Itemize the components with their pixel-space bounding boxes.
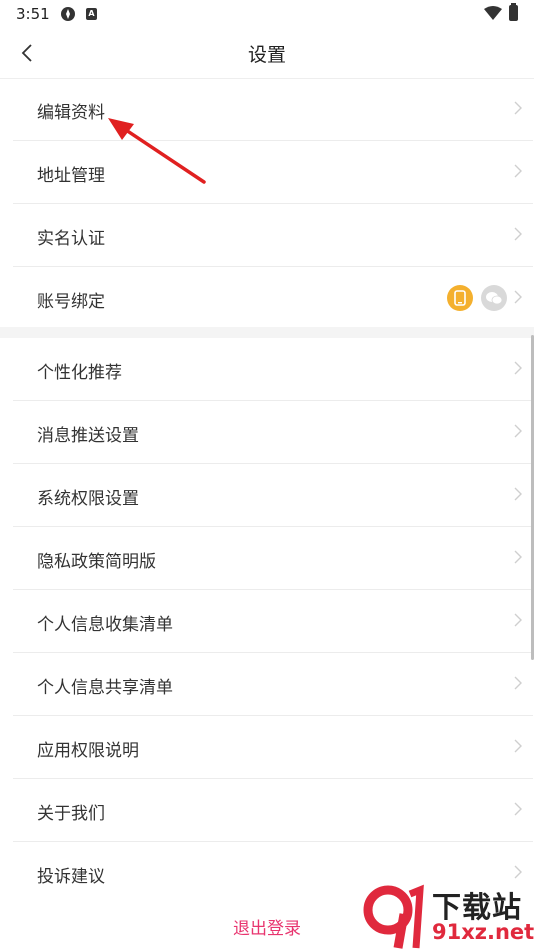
settings-row-info-collection-list[interactable]: 个人信息收集清单 [13, 590, 533, 653]
chevron-right-icon [514, 361, 522, 375]
row-label: 投诉建议 [37, 867, 105, 887]
settings-row-real-name[interactable]: 实名认证 [13, 204, 533, 267]
row-label: 系统权限设置 [37, 489, 139, 509]
settings-row-privacy-summary[interactable]: 隐私政策简明版 [13, 527, 533, 590]
annotation-arrow-icon [108, 118, 206, 184]
settings-row-edit-profile[interactable]: 编辑资料 [13, 78, 533, 141]
chevron-right-icon [514, 227, 522, 241]
bound-accounts [447, 285, 507, 311]
row-label: 编辑资料 [37, 103, 105, 123]
row-label: 地址管理 [37, 166, 105, 186]
chevron-right-icon [514, 802, 522, 816]
settings-row-system-permissions[interactable]: 系统权限设置 [13, 464, 533, 527]
settings-row-personalized-recommendation[interactable]: 个性化推荐 [13, 338, 533, 401]
settings-row-push-settings[interactable]: 消息推送设置 [13, 401, 533, 464]
row-label: 隐私政策简明版 [37, 552, 156, 572]
section-divider [0, 327, 534, 338]
watermark: 下载站 91xz.net [360, 884, 534, 950]
row-label: 消息推送设置 [37, 426, 139, 446]
app-notification-icon [61, 7, 75, 21]
row-label: 实名认证 [37, 229, 105, 249]
a-notification-icon: A [86, 8, 97, 20]
chevron-right-icon [514, 424, 522, 438]
chevron-right-icon [514, 865, 522, 879]
chevron-right-icon [514, 739, 522, 753]
settings-row-about-us[interactable]: 关于我们 [13, 779, 533, 842]
row-label: 应用权限说明 [37, 741, 139, 761]
settings-group-account: 编辑资料 地址管理 实名认证 账号绑定 [0, 78, 534, 329]
status-time: 3:51 [16, 5, 50, 23]
phone-icon [447, 285, 473, 311]
row-label: 账号绑定 [37, 292, 105, 312]
status-bar: 3:51 A [0, 0, 534, 28]
row-label: 关于我们 [37, 804, 105, 824]
chevron-right-icon [514, 164, 522, 178]
wechat-icon [481, 285, 507, 311]
top-nav-bar: 设置 [0, 28, 534, 79]
page-title: 设置 [247, 44, 286, 66]
watermark-logo-icon [363, 884, 424, 949]
row-label: 个性化推荐 [37, 363, 122, 383]
chevron-right-icon [514, 487, 522, 501]
settings-row-info-sharing-list[interactable]: 个人信息共享清单 [13, 653, 533, 716]
settings-row-account-binding[interactable]: 账号绑定 [13, 267, 533, 329]
chevron-right-icon [514, 101, 522, 115]
settings-row-address[interactable]: 地址管理 [13, 141, 533, 204]
row-label: 个人信息收集清单 [37, 615, 173, 635]
watermark-url: 91xz.net [432, 920, 534, 944]
wifi-icon [484, 6, 502, 20]
chevron-right-icon [514, 290, 522, 304]
chevron-right-icon [514, 550, 522, 564]
chevron-right-icon [514, 613, 522, 627]
settings-group-privacy: 个性化推荐 消息推送设置 系统权限设置 隐私政策简明版 个人信息收集清单 个人信… [0, 338, 534, 904]
battery-icon [509, 3, 518, 21]
settings-row-app-permissions[interactable]: 应用权限说明 [13, 716, 533, 779]
row-label: 个人信息共享清单 [37, 678, 173, 698]
chevron-right-icon [514, 676, 522, 690]
